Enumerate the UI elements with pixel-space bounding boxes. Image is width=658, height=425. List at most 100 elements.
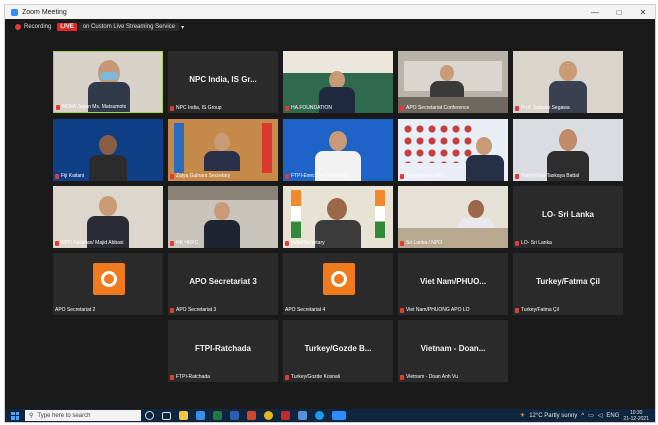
participant-label: FTPI-Ratchada <box>194 344 251 353</box>
video-tile[interactable]: APO Secretariat 3 APO Secretariat 3 <box>168 253 278 315</box>
video-tile[interactable]: HA.FOUNDATION <box>283 51 393 113</box>
mic-muted-icon <box>400 374 404 380</box>
participant-name: HK HKPC <box>170 240 198 246</box>
video-tile[interactable]: FTPI-Executive Secretary <box>283 119 393 181</box>
participant-name: Turkey/Gul Taskaya Battal <box>515 173 579 179</box>
participant-name: Zaiya Gulnara Secretary <box>170 173 230 179</box>
video-tile[interactable]: Turkey/Fatma Çil Turkey/Fatma Çil <box>513 253 623 315</box>
video-tile[interactable]: LO- Sri Lanka LO- Sri Lanka <box>513 186 623 248</box>
windows-start-icon[interactable] <box>11 411 19 420</box>
weather-text[interactable]: 12°C Partly sunny <box>529 413 577 419</box>
flag <box>375 190 385 238</box>
chrome-icon[interactable] <box>264 411 273 420</box>
mic-muted-icon <box>170 374 174 380</box>
participant-video <box>214 133 230 151</box>
participant-video <box>559 61 577 81</box>
mic-muted-icon <box>170 173 174 179</box>
participant-label: Turkey/Fatma Çil <box>536 277 600 286</box>
video-tile[interactable]: Vietnam - Doan... Vietnam - Doan Anh Vu <box>398 320 508 382</box>
mic-muted-icon <box>400 105 404 111</box>
zoom-window: Zoom Meeting — □ ✕ Recording LIVE on Cus… <box>4 4 656 423</box>
video-tile[interactable]: Fiji Kaitani <box>53 119 163 181</box>
participant-video <box>329 131 347 151</box>
participant-name: FTPI-Executive Secretary <box>285 173 348 179</box>
video-tile[interactable]: FTPI-Ratchada FTPI-Ratchada <box>168 320 278 382</box>
video-gallery: MOFA Japan Ms. Matsumoto NPC India, IS G… <box>5 35 655 409</box>
close-button[interactable]: ✕ <box>631 8 655 17</box>
zoom-taskbar-icon[interactable] <box>332 411 346 420</box>
participant-name: APO Secretariat 4 <box>285 307 326 313</box>
acrobat-icon[interactable] <box>281 411 290 420</box>
video-tile[interactable]: Prof. Sabano Segawa <box>513 51 623 113</box>
store-icon[interactable] <box>196 411 205 420</box>
chevron-up-icon[interactable]: ^ <box>581 413 584 419</box>
language-indicator[interactable]: ENG <box>606 413 619 419</box>
participant-video <box>99 135 117 155</box>
video-tile[interactable]: APO Secretariat Conference <box>398 51 508 113</box>
mic-muted-icon <box>515 240 519 246</box>
window-title: Zoom Meeting <box>22 8 67 16</box>
taskbar-search-input[interactable]: ⚲ Type here to search <box>25 410 141 421</box>
participant-name: India/Secretary <box>285 240 325 246</box>
chevron-down-icon[interactable]: ▾ <box>181 24 184 31</box>
app-icon[interactable] <box>298 411 307 420</box>
task-view-icon[interactable] <box>162 411 171 420</box>
participant-video <box>440 65 454 81</box>
participant-name: APO Secretariat 2 <box>55 307 96 313</box>
edge-icon[interactable] <box>315 411 324 420</box>
video-tile[interactable]: NPC India, IS Gr... NPC India, IS Group <box>168 51 278 113</box>
participant-video <box>327 198 347 220</box>
live-badge[interactable]: LIVE <box>57 23 77 31</box>
mic-muted-icon <box>515 307 519 313</box>
video-tile[interactable]: NPO Pakistan/ Majid Abbasi <box>53 186 163 248</box>
video-tile[interactable]: India/Secretary <box>283 186 393 248</box>
participant-video <box>476 137 492 155</box>
mic-muted-icon <box>285 173 289 179</box>
participant-video <box>468 200 484 218</box>
video-tile[interactable]: Viet Nam/PHUO... Viet Nam/PHUONG APO LO <box>398 253 508 315</box>
participant-name: Turkey/Fatma Çil <box>515 307 559 313</box>
participant-name: LO- Sri Lanka <box>515 240 552 246</box>
minimize-button[interactable]: — <box>583 8 607 17</box>
participant-label: APO Secretariat 3 <box>189 277 257 286</box>
system-tray: ☀ 12°C Partly sunny ^ ▭ ◁ ENG 10:30 21-12… <box>520 410 655 422</box>
volume-icon[interactable]: ◁ <box>598 412 603 419</box>
video-tile[interactable]: Turkey/Gozde B... Turkey/Gozde Kosnali <box>283 320 393 382</box>
powerpoint-icon[interactable] <box>247 411 256 420</box>
video-tile[interactable]: APO Secretariat 2 <box>53 253 163 315</box>
participant-name: MOFA Japan Ms. Matsumoto <box>56 104 126 110</box>
participant-name: Vietnam - Doan Anh Vu <box>400 374 458 380</box>
live-stream-dropdown[interactable]: on Custom Live Streaming Service <box>78 23 180 31</box>
weather-icon[interactable]: ☀ <box>520 412 525 419</box>
npo-banner <box>402 123 472 163</box>
network-icon[interactable]: ▭ <box>588 412 594 419</box>
participant-name: Bangladesh-NPO <box>400 173 445 179</box>
word-icon[interactable] <box>230 411 239 420</box>
participant-name: Sri Lanka / NPO <box>400 240 442 246</box>
participant-name: Prof. Sabano Segawa <box>515 105 570 111</box>
mic-muted-icon <box>170 240 174 246</box>
participant-name: Fiji Kaitani <box>55 173 84 179</box>
apo-logo <box>93 263 125 295</box>
taskbar-clock[interactable]: 10:30 21-12-2021 <box>623 410 649 422</box>
video-tile[interactable]: MOFA Japan Ms. Matsumoto <box>53 51 163 113</box>
cortana-icon[interactable] <box>145 411 154 420</box>
video-tile[interactable]: Sri Lanka / NPO <box>398 186 508 248</box>
mic-muted-icon <box>170 307 174 313</box>
video-tile[interactable]: APO Secretariat 4 <box>283 253 393 315</box>
excel-icon[interactable] <box>213 411 222 420</box>
participant-video <box>204 151 240 171</box>
file-explorer-icon[interactable] <box>179 411 188 420</box>
flag <box>174 123 184 173</box>
video-tile[interactable]: Turkey/Gul Taskaya Battal <box>513 119 623 181</box>
video-tile[interactable]: Zaiya Gulnara Secretary <box>168 119 278 181</box>
mic-muted-icon <box>515 105 519 111</box>
recording-status: Recording <box>24 24 52 30</box>
video-tile[interactable]: HK HKPC <box>168 186 278 248</box>
participant-name: NPO Pakistan/ Majid Abbasi <box>55 240 124 246</box>
mic-muted-icon <box>285 105 289 111</box>
title-bar: Zoom Meeting — □ ✕ <box>5 5 655 19</box>
maximize-button[interactable]: □ <box>607 8 631 17</box>
video-tile[interactable]: Bangladesh-NPO <box>398 119 508 181</box>
mic-muted-icon <box>400 173 404 179</box>
